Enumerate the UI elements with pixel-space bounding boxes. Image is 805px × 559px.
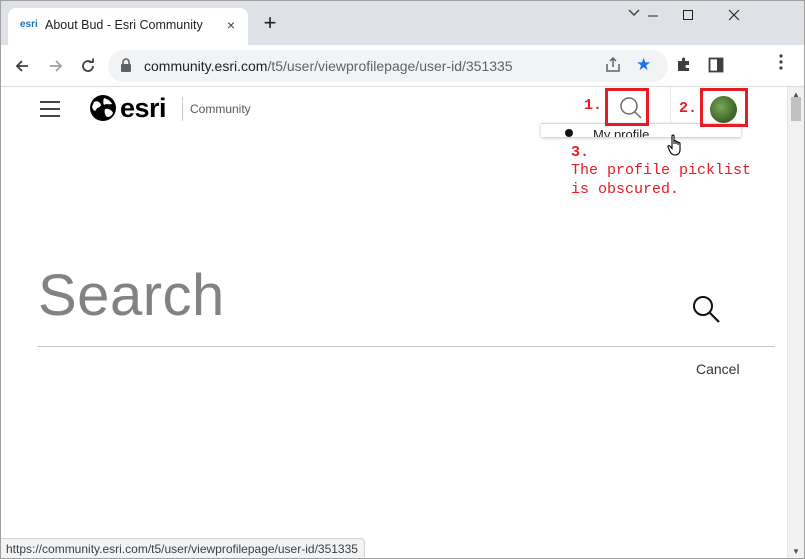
- scroll-down-arrow-icon[interactable]: ▼: [792, 547, 800, 556]
- window-maximize-button[interactable]: [665, 0, 711, 32]
- browser-menu-kebab-icon[interactable]: [774, 54, 788, 70]
- window-close-button[interactable]: [711, 0, 757, 32]
- community-label[interactable]: Community: [190, 102, 251, 116]
- hamburger-menu-icon[interactable]: [40, 101, 60, 117]
- extensions-puzzle-icon[interactable]: [676, 56, 692, 77]
- scroll-thumb[interactable]: [791, 97, 801, 121]
- side-panel-icon[interactable]: [708, 57, 724, 78]
- forward-button[interactable]: [42, 52, 70, 80]
- reload-button[interactable]: [74, 52, 102, 80]
- annotation-label-1: 1.: [584, 97, 603, 114]
- search-submit-icon[interactable]: [690, 293, 722, 330]
- search-input-underline: [37, 346, 775, 347]
- logo-divider: [182, 97, 183, 121]
- person-icon: [565, 129, 573, 137]
- annotation-label-2: 2.: [679, 100, 698, 117]
- esri-favicon-icon: esri: [20, 19, 38, 30]
- browser-titlebar: esri About Bud - Esri Community × +: [0, 0, 805, 45]
- annotation-note-line-1: The profile picklist: [571, 162, 752, 179]
- browser-tab-active[interactable]: esri About Bud - Esri Community ×: [8, 8, 248, 45]
- new-tab-button[interactable]: +: [258, 12, 282, 36]
- tab-close-icon[interactable]: ×: [222, 16, 240, 34]
- annotation-box-search: [605, 88, 649, 126]
- annotation-label-3: 3.: [571, 144, 590, 161]
- lock-icon[interactable]: [120, 58, 132, 78]
- hand-pointer-icon: [667, 134, 685, 163]
- annotation-box-avatar: [700, 88, 748, 127]
- esri-wordmark: esri: [120, 93, 167, 123]
- tab-title: About Bud - Esri Community: [45, 18, 203, 32]
- cancel-button[interactable]: Cancel: [696, 361, 740, 377]
- web-page: esri Community My profile 1. 2. 3. The p…: [0, 87, 787, 559]
- status-bar-url: https://community.esri.com/t5/user/viewp…: [0, 538, 365, 559]
- esri-logo[interactable]: esri: [88, 93, 174, 127]
- back-button[interactable]: [8, 52, 36, 80]
- page-scrollbar[interactable]: ▲ ▼: [787, 87, 804, 559]
- address-url: community.esri.com/t5/user/viewprofilepa…: [144, 58, 513, 74]
- search-heading: Search: [38, 263, 225, 328]
- url-path: /t5/user/viewprofilepage/user-id/351335: [267, 58, 513, 74]
- browser-toolbar: community.esri.com/t5/user/viewprofilepa…: [0, 45, 805, 87]
- url-host: community.esri.com: [144, 58, 268, 74]
- share-icon[interactable]: [604, 56, 622, 79]
- window-minimize-button[interactable]: [619, 0, 665, 32]
- annotation-note-line-2: is obscured.: [571, 181, 680, 198]
- esri-globe-icon: [88, 93, 118, 128]
- profile-menu-item[interactable]: My profile: [593, 127, 649, 137]
- address-bar[interactable]: community.esri.com/t5/user/viewprofilepa…: [108, 50, 668, 82]
- bookmark-star-icon[interactable]: ★: [636, 55, 651, 75]
